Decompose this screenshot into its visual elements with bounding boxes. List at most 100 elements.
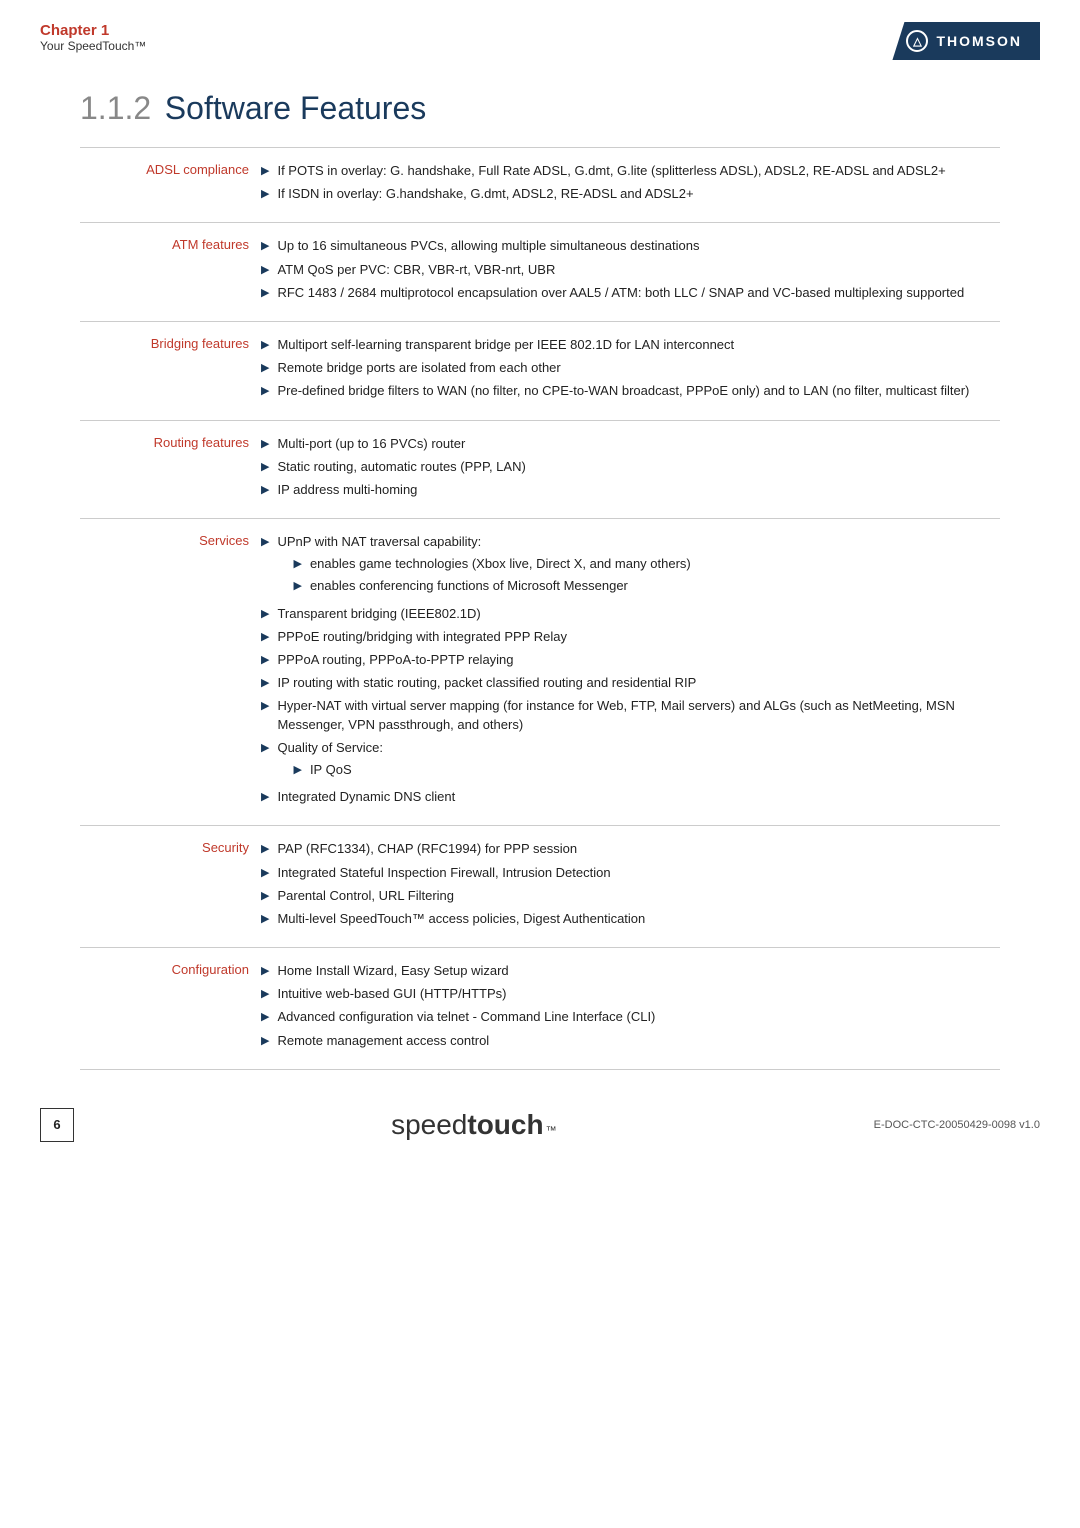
item-text: Multi-port (up to 16 PVCs) router	[277, 436, 465, 451]
item-text-wrapper: Multiport self-learning transparent brid…	[277, 336, 734, 354]
feature-items-col: ▶If POTS in overlay: G. handshake, Full …	[255, 148, 1000, 223]
thomson-logo: △ THOMSON	[892, 22, 1040, 60]
feature-row: Security▶PAP (RFC1334), CHAP (RFC1994) f…	[80, 826, 1000, 948]
item-text: Pre-defined bridge filters to WAN (no fi…	[277, 383, 969, 398]
item-text: PAP (RFC1334), CHAP (RFC1994) for PPP se…	[277, 841, 577, 856]
section-number: 1.1.2	[80, 90, 151, 126]
bullet-arrow-icon: ▶	[261, 1010, 269, 1025]
list-item: ▶Remote management access control	[261, 1032, 994, 1050]
header-right: △ THOMSON	[892, 22, 1040, 60]
item-text: Parental Control, URL Filtering	[277, 888, 454, 903]
bullet-arrow-icon: ▶	[261, 964, 269, 979]
bullet-arrow-icon: ▶	[261, 676, 269, 691]
bullet-arrow-icon: ▶	[261, 384, 269, 399]
feature-label: Bridging features	[80, 321, 255, 420]
item-text: Remote management access control	[277, 1033, 489, 1048]
footer-doc-number: E-DOC-CTC-20050429-0098 v1.0	[874, 1119, 1040, 1131]
footer-logo-touch: touch	[467, 1109, 543, 1141]
bullet-arrow-icon: ▶	[261, 187, 269, 202]
section-title: Software Features	[165, 90, 426, 126]
chapter-sub: Your SpeedTouch™	[40, 39, 146, 53]
feature-row: Bridging features ▶ Multiport self-learnin…	[80, 321, 1000, 420]
bullet-arrow-icon: ▶	[261, 866, 269, 881]
list-item: ▶Remote bridge ports are isolated from e…	[261, 359, 994, 377]
bullet-arrow-icon: ▶	[261, 286, 269, 301]
feature-items-col: ▶ Multiport self-learning transparent bri…	[255, 321, 1000, 420]
bullet-arrow-icon: ▶	[261, 483, 269, 498]
list-item: ▶Intuitive web-based GUI (HTTP/HTTPs)	[261, 985, 994, 1003]
sub-list: ▶IP QoS	[293, 761, 383, 779]
bullet-arrow-icon: ▶	[261, 263, 269, 278]
item-text-wrapper: Up to 16 simultaneous PVCs, allowing mul…	[277, 237, 699, 255]
item-list: ▶ Multiport self-learning transparent bri…	[261, 336, 994, 401]
main-content: ADSL compliance ▶If POTS in overlay: G. h…	[0, 147, 1080, 1070]
item-text-wrapper: Remote bridge ports are isolated from ea…	[277, 359, 560, 377]
item-text: Quality of Service:	[277, 740, 383, 755]
item-list: ▶Home Install Wizard, Easy Setup wizard▶…	[261, 962, 994, 1050]
item-text-wrapper: Transparent bridging (IEEE802.1D)	[277, 605, 480, 623]
list-item: ▶If POTS in overlay: G. handshake, Full …	[261, 162, 994, 180]
list-item: ▶UPnP with NAT traversal capability:▶ena…	[261, 533, 994, 600]
item-text: Integrated Stateful Inspection Firewall,…	[277, 865, 610, 880]
item-text: Advanced configuration via telnet - Comm…	[277, 1009, 655, 1024]
feature-items-col: ▶ PAP (RFC1334), CHAP (RFC1994) for PPP s…	[255, 826, 1000, 948]
item-text-wrapper: RFC 1483 / 2684 multiprotocol encapsulat…	[277, 284, 964, 302]
item-text: UPnP with NAT traversal capability:	[277, 534, 481, 549]
feature-label: ADSL compliance	[80, 148, 255, 223]
feature-label: Routing features	[80, 420, 255, 519]
item-list: ▶ Up to 16 simultaneous PVCs, allowing mu…	[261, 237, 994, 302]
sub-list: ▶ enables game technologies (Xbox live, D…	[293, 555, 690, 595]
item-text: IP routing with static routing, packet c…	[277, 675, 696, 690]
list-item: ▶ If ISDN in overlay: G.handshake, G.dmt,…	[261, 185, 994, 203]
list-item: ▶Static routing, automatic routes (PPP, …	[261, 458, 994, 476]
item-text-wrapper: Quality of Service: ▶IP QoS	[277, 739, 383, 783]
item-text-wrapper: Static routing, automatic routes (PPP, L…	[277, 458, 525, 476]
list-item: ▶ Advanced configuration via telnet - Com…	[261, 1008, 994, 1026]
item-text-wrapper: IP address multi-homing	[277, 481, 417, 499]
list-item: ▶ Integrated Stateful Inspection Firewall…	[261, 864, 994, 882]
item-text-wrapper: ATM QoS per PVC: CBR, VBR-rt, VBR-nrt, U…	[277, 261, 555, 279]
list-item: ▶ PPPoE routing/bridging with integrated …	[261, 628, 994, 646]
page-footer: 6 speedtouch™ E-DOC-CTC-20050429-0098 v1…	[0, 1090, 1080, 1160]
list-item: ▶ Pre-defined bridge filters to WAN (no f…	[261, 382, 994, 400]
bullet-arrow-icon: ▶	[261, 437, 269, 452]
bullet-arrow-icon: ▶	[261, 338, 269, 353]
bullet-arrow-icon: ▶	[261, 239, 269, 254]
item-text: PPPoA routing, PPPoA-to-PPTP relaying	[277, 652, 513, 667]
bullet-arrow-icon: ▶	[261, 790, 269, 805]
sub-list-item: ▶enables conferencing functions of Micro…	[293, 577, 690, 595]
item-text-wrapper: If ISDN in overlay: G.handshake, G.dmt, …	[277, 185, 693, 203]
bullet-arrow-icon: ▶	[261, 535, 269, 550]
item-text-wrapper: Integrated Stateful Inspection Firewall,…	[277, 864, 610, 882]
item-list: ▶If POTS in overlay: G. handshake, Full …	[261, 162, 994, 203]
item-text-wrapper: PPPoE routing/bridging with integrated P…	[277, 628, 567, 646]
list-item: ▶PAP (RFC1334), CHAP (RFC1994) for PPP s…	[261, 840, 994, 858]
footer-logo-tm: ™	[546, 1125, 557, 1137]
bullet-arrow-icon: ▶	[261, 889, 269, 904]
item-text-wrapper: Pre-defined bridge filters to WAN (no fi…	[277, 382, 969, 400]
item-list: ▶UPnP with NAT traversal capability:▶ena…	[261, 533, 994, 806]
item-text: Hyper-NAT with virtual server mapping (f…	[277, 698, 954, 731]
feature-items-col: ▶UPnP with NAT traversal capability:▶ena…	[255, 519, 1000, 826]
item-text: Integrated Dynamic DNS client	[277, 789, 455, 804]
item-text-wrapper: Multi-port (up to 16 PVCs) router	[277, 435, 465, 453]
item-text-wrapper: Advanced configuration via telnet - Comm…	[277, 1008, 655, 1026]
list-item: ▶PPPoA routing, PPPoA-to-PPTP relaying	[261, 651, 994, 669]
list-item: ▶ RFC 1483 / 2684 multiprotocol encapsula…	[261, 284, 994, 302]
header-left: Chapter 1 Your SpeedTouch™	[40, 22, 146, 53]
feature-row: Configuration▶Home Install Wizard, Easy …	[80, 948, 1000, 1070]
sub-item-text: enables game technologies (Xbox live, Di…	[310, 555, 691, 573]
item-text-wrapper: Intuitive web-based GUI (HTTP/HTTPs)	[277, 985, 506, 1003]
page-number: 6	[53, 1117, 60, 1132]
item-text: Intuitive web-based GUI (HTTP/HTTPs)	[277, 986, 506, 1001]
feature-row: Services▶UPnP with NAT traversal capabil…	[80, 519, 1000, 826]
item-text: Multiport self-learning transparent brid…	[277, 337, 734, 352]
list-item: ▶ Up to 16 simultaneous PVCs, allowing mu…	[261, 237, 994, 255]
list-item: ▶Hyper-NAT with virtual server mapping (…	[261, 697, 994, 733]
item-text-wrapper: Parental Control, URL Filtering	[277, 887, 454, 905]
chapter-title: Chapter 1	[40, 22, 146, 39]
feature-row: Routing features ▶ Multi-port (up to 16 PV…	[80, 420, 1000, 519]
sub-item-text: enables conferencing functions of Micros…	[310, 577, 628, 595]
bullet-arrow-icon: ▶	[261, 630, 269, 645]
sub-bullet-arrow-icon: ▶	[293, 557, 301, 572]
